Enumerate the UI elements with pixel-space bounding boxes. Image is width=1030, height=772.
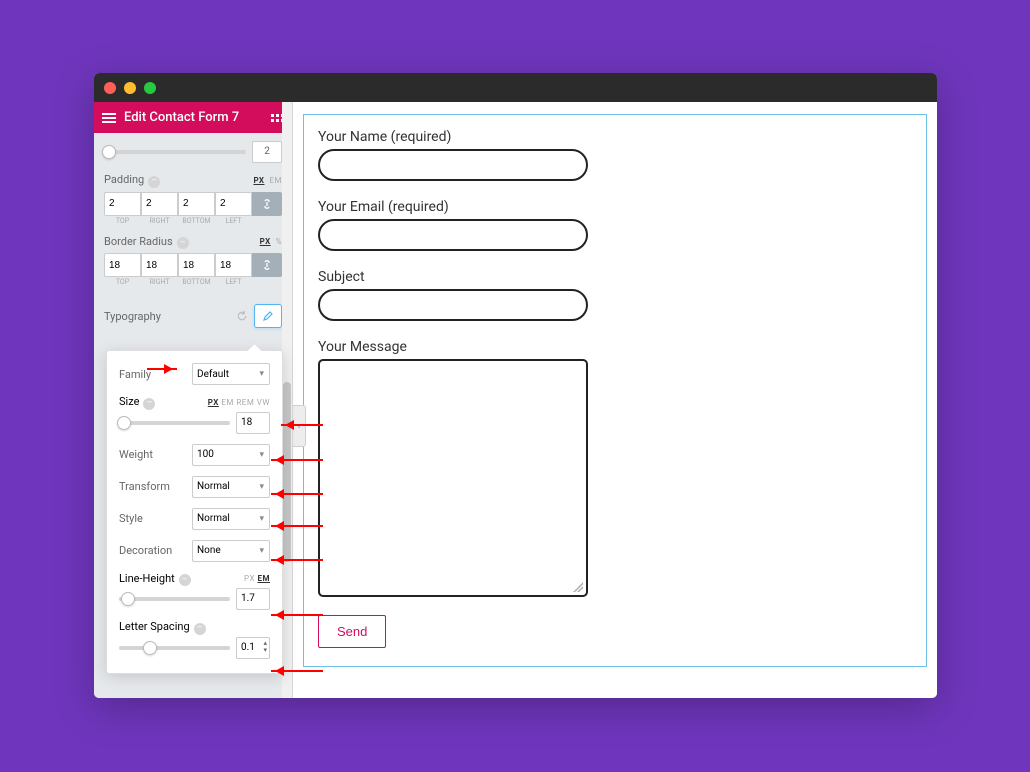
padding-label: Padding bbox=[104, 173, 144, 186]
gap-value[interactable]: 2 bbox=[252, 141, 282, 163]
gap-slider[interactable] bbox=[104, 150, 246, 154]
maximize-icon[interactable] bbox=[144, 82, 156, 94]
link-icon[interactable] bbox=[252, 192, 282, 216]
unit-px[interactable]: PX bbox=[244, 574, 255, 583]
radius-bottom[interactable] bbox=[178, 253, 215, 277]
unit-px[interactable]: PX bbox=[253, 176, 264, 185]
minus-icon[interactable] bbox=[148, 176, 160, 188]
message-textarea[interactable] bbox=[318, 359, 588, 597]
size-label: Size bbox=[119, 395, 139, 408]
style-select[interactable]: Normal bbox=[192, 508, 270, 530]
transform-select[interactable]: Normal bbox=[192, 476, 270, 498]
radius-inputs bbox=[104, 253, 282, 277]
sidebar-header: Edit Contact Form 7 bbox=[94, 102, 292, 133]
weight-select[interactable]: 100 bbox=[192, 444, 270, 466]
radius-label: Border Radius bbox=[104, 235, 173, 248]
letterspacing-slider[interactable] bbox=[119, 646, 230, 650]
minus-icon[interactable] bbox=[177, 237, 189, 249]
letterspacing-value[interactable]: 0.1▴▾ bbox=[236, 637, 270, 659]
unit-rem[interactable]: REM bbox=[236, 398, 254, 407]
minus-icon[interactable] bbox=[194, 623, 206, 635]
unit-px[interactable]: PX bbox=[208, 398, 219, 407]
lineheight-label: Line-Height bbox=[119, 572, 175, 585]
name-input[interactable] bbox=[318, 149, 588, 181]
unit-em[interactable]: EM bbox=[221, 398, 234, 407]
scrollbar-thumb[interactable] bbox=[283, 382, 291, 562]
weight-label: Weight bbox=[119, 448, 153, 461]
titlebar bbox=[94, 73, 937, 102]
collapse-icon[interactable]: ‹ bbox=[293, 405, 306, 447]
subject-input[interactable] bbox=[318, 289, 588, 321]
lineheight-slider[interactable] bbox=[119, 597, 230, 601]
unit-px[interactable]: PX bbox=[260, 237, 271, 246]
minus-icon[interactable] bbox=[143, 398, 155, 410]
size-value[interactable]: 18 bbox=[236, 412, 270, 434]
close-icon[interactable] bbox=[104, 82, 116, 94]
unit-em[interactable]: EM bbox=[269, 176, 282, 185]
style-label: Style bbox=[119, 512, 143, 525]
padding-left[interactable] bbox=[215, 192, 252, 216]
email-label: Your Email (required) bbox=[318, 199, 912, 215]
size-slider[interactable] bbox=[119, 421, 230, 425]
radius-right[interactable] bbox=[141, 253, 178, 277]
padding-bottom[interactable] bbox=[178, 192, 215, 216]
form-container: Your Name (required) Your Email (require… bbox=[303, 114, 927, 667]
unit-em[interactable]: EM bbox=[257, 574, 270, 583]
transform-label: Transform bbox=[119, 480, 170, 493]
radius-top[interactable] bbox=[104, 253, 141, 277]
padding-right[interactable] bbox=[141, 192, 178, 216]
decoration-select[interactable]: None bbox=[192, 540, 270, 562]
message-label: Your Message bbox=[318, 339, 912, 355]
subject-label: Subject bbox=[318, 269, 912, 285]
link-icon[interactable] bbox=[252, 253, 282, 277]
send-button[interactable]: Send bbox=[318, 615, 386, 648]
menu-icon[interactable] bbox=[102, 113, 116, 123]
unit-vw[interactable]: VW bbox=[257, 398, 270, 407]
panel-title: Edit Contact Form 7 bbox=[124, 110, 239, 125]
padding-top[interactable] bbox=[104, 192, 141, 216]
family-select[interactable]: Default bbox=[192, 363, 270, 385]
email-input[interactable] bbox=[318, 219, 588, 251]
typography-popover: Family Default Size PX EM REM VW 18 Weig… bbox=[106, 350, 283, 674]
decoration-label: Decoration bbox=[119, 544, 172, 557]
padding-inputs bbox=[104, 192, 282, 216]
typography-edit-button[interactable] bbox=[254, 304, 282, 328]
preview-canvas: Your Name (required) Your Email (require… bbox=[293, 102, 937, 698]
minus-icon[interactable] bbox=[179, 574, 191, 586]
lineheight-value[interactable]: 1.7 bbox=[236, 588, 270, 610]
radius-left[interactable] bbox=[215, 253, 252, 277]
reset-icon[interactable] bbox=[236, 310, 248, 322]
letterspacing-label: Letter Spacing bbox=[119, 620, 190, 633]
name-label: Your Name (required) bbox=[318, 129, 912, 145]
minimize-icon[interactable] bbox=[124, 82, 136, 94]
typography-label: Typography bbox=[104, 310, 161, 323]
